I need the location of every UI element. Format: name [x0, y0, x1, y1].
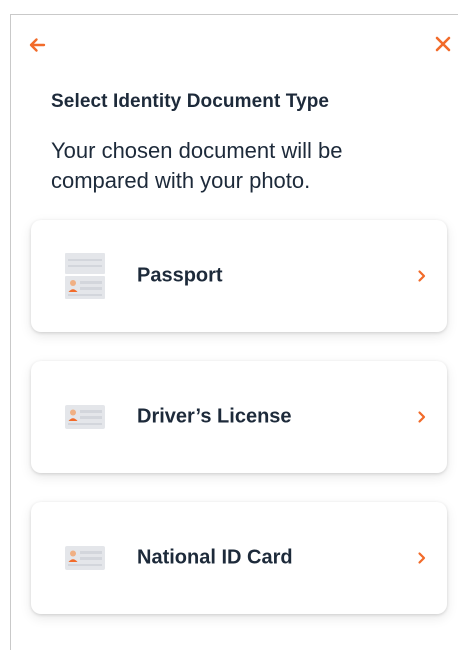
page-title: Select Identity Document Type: [51, 91, 330, 112]
id-card-icon: [65, 546, 105, 570]
document-label: Passport: [137, 264, 223, 287]
back-button[interactable]: [23, 31, 51, 59]
screen: Select Identity Document Type Your chose…: [10, 14, 458, 650]
chevron-right-icon: [415, 269, 429, 283]
arrow-left-icon: [29, 38, 46, 52]
document-label: Driver’s License: [137, 405, 292, 428]
close-icon: [435, 36, 451, 52]
document-option-drivers-license[interactable]: Driver’s License: [31, 361, 447, 473]
document-option-passport[interactable]: Passport: [31, 220, 447, 332]
top-bar: [11, 15, 458, 75]
chevron-right-icon: [415, 551, 429, 565]
id-card-icon: [65, 405, 105, 429]
document-label: National ID Card: [137, 546, 293, 569]
chevron-right-icon: [415, 410, 429, 424]
document-option-national-id[interactable]: National ID Card: [31, 502, 447, 614]
close-button[interactable]: [429, 30, 457, 58]
passport-icon: [65, 253, 105, 299]
page-subtitle: Your chosen document will be compared wi…: [51, 138, 343, 193]
